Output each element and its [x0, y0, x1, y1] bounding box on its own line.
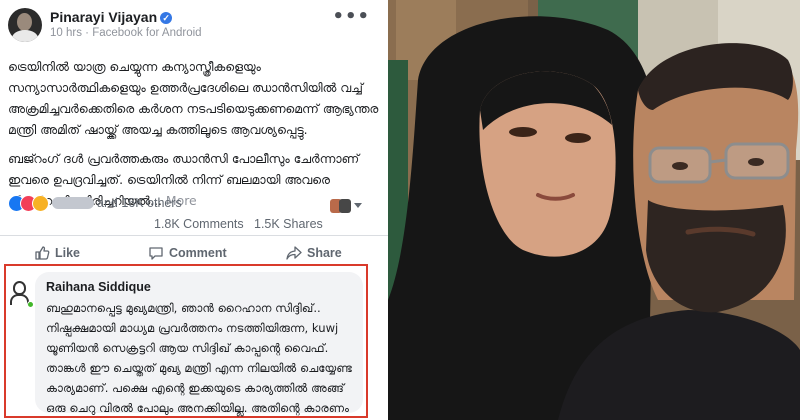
viewer-avatars[interactable] [330, 199, 352, 213]
couple-photo [388, 0, 800, 420]
meta-separator: · [85, 27, 90, 39]
comment-label: Comment [169, 246, 227, 260]
reaction-others-count[interactable]: and 16K others [97, 196, 182, 210]
like-button[interactable]: Like [34, 244, 80, 262]
author-avatar[interactable] [8, 8, 42, 42]
highlighted-comment: Raihana Siddique ബഹുമാനപ്പെട്ട മുഖ്യമന്ത… [4, 264, 368, 418]
wow-reaction-icon [32, 195, 49, 212]
post-time[interactable]: 10 hrs [50, 27, 82, 39]
photo-illustration [388, 0, 800, 420]
thumbs-up-icon [35, 246, 50, 260]
post-meta: 10 hrs · Facebook for Android [50, 27, 202, 39]
like-label: Like [55, 246, 81, 260]
comment-icon [149, 247, 163, 260]
share-label: Share [307, 246, 342, 260]
comment-button[interactable]: Comment [148, 244, 227, 262]
more-options-icon[interactable]: ••• [332, 8, 370, 26]
facebook-post-card: Pinarayi Vijayan ✓ 10 hrs · Facebook for … [0, 0, 388, 420]
post-author[interactable]: Pinarayi Vijayan ✓ [50, 9, 173, 25]
comments-count[interactable]: 1.8K Comments [154, 217, 244, 231]
engagement-counts: 1.8K Comments 1.5K Shares [0, 217, 388, 235]
post-actions-bar: Like Comment Share [0, 235, 388, 267]
online-status-icon [27, 301, 34, 308]
verified-badge-icon: ✓ [160, 12, 173, 24]
blurred-reactor-name [52, 197, 94, 209]
post-header: Pinarayi Vijayan ✓ 10 hrs · Facebook for … [8, 8, 380, 44]
post-author-name[interactable]: Pinarayi Vijayan [50, 9, 157, 25]
chevron-down-icon[interactable] [354, 203, 362, 208]
comment-author[interactable]: Raihana Siddique [46, 280, 151, 294]
reactions-summary[interactable]: and 16K others [8, 194, 382, 214]
comment-bubble: Raihana Siddique ബഹുമാനപ്പെട്ട മുഖ്യമന്ത… [35, 272, 363, 415]
post-paragraph: ട്രെയിനിൽ യാത്ര ചെയ്യുന്ന കന്യാസ്ത്രീകളെ… [8, 59, 379, 137]
share-button[interactable]: Share [286, 244, 342, 262]
share-arrow-icon [286, 246, 302, 260]
shares-count[interactable]: 1.5K Shares [254, 217, 323, 231]
post-source: Facebook for Android [92, 27, 202, 39]
comment-text: ബഹുമാനപ്പെട്ട മുഖ്യമന്ത്രി, ഞാൻ റൈഹാന സി… [46, 301, 352, 415]
